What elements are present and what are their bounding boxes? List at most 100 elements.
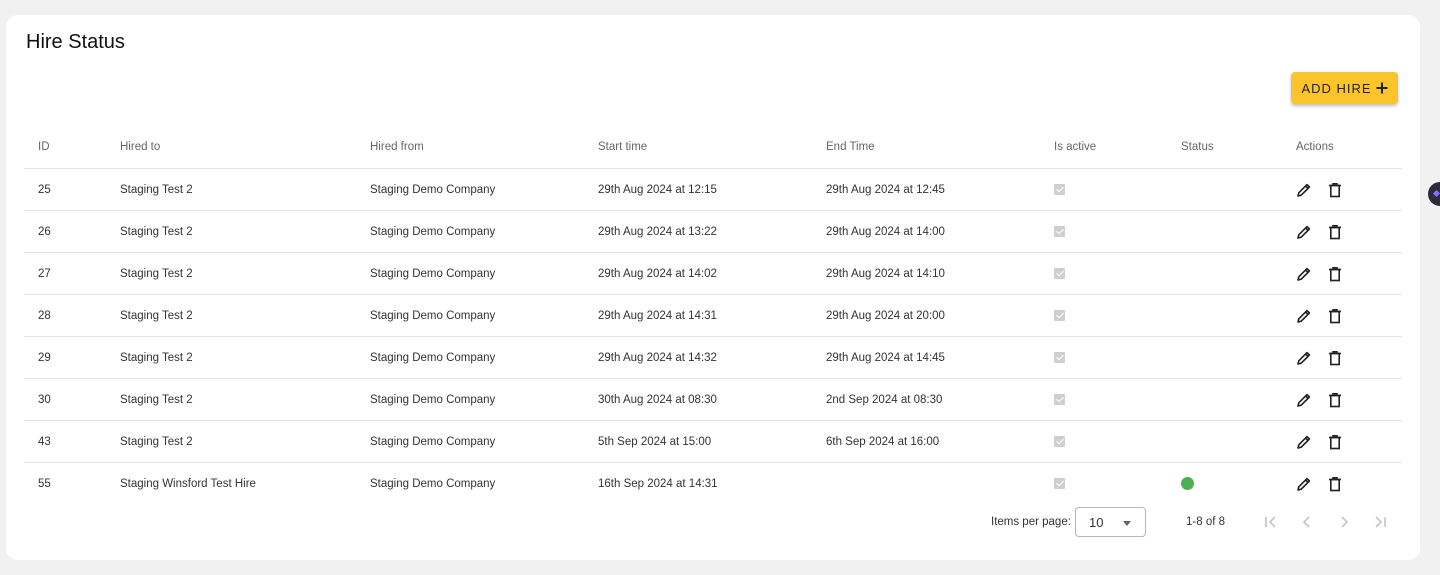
previous-page-icon[interactable] bbox=[1299, 514, 1315, 530]
edit-icon[interactable] bbox=[1296, 434, 1312, 450]
delete-icon[interactable] bbox=[1328, 308, 1342, 324]
cell-start-time: 29th Aug 2024 at 14:31 bbox=[584, 294, 812, 337]
cell-end-time: 29th Aug 2024 at 14:00 bbox=[812, 210, 1040, 253]
items-per-page-select[interactable]: 10 bbox=[1075, 507, 1146, 537]
edit-icon[interactable] bbox=[1296, 266, 1312, 282]
is-active-checkbox bbox=[1054, 393, 1065, 405]
column-header-end-time[interactable]: End Time bbox=[812, 125, 1040, 169]
cell-actions bbox=[1282, 336, 1402, 379]
plus-icon bbox=[1376, 82, 1388, 94]
cell-hired-to: Staging Winsford Test Hire bbox=[120, 477, 256, 490]
table-row: 28 Staging Test 2 Staging Demo Company 29th… bbox=[24, 294, 1402, 337]
cell-hired-to: Staging Test 2 bbox=[106, 294, 356, 337]
add-hire-button[interactable]: ADD HIRE bbox=[1291, 72, 1398, 104]
cell-end-time: 29th Aug 2024 at 20:00 bbox=[812, 294, 1040, 337]
cell-actions bbox=[1282, 463, 1402, 505]
cell-is-active bbox=[1040, 252, 1167, 295]
edit-icon[interactable] bbox=[1296, 308, 1312, 324]
column-header-hired-to[interactable]: Hired to bbox=[106, 125, 356, 169]
cell-is-active bbox=[1040, 463, 1167, 505]
cell-start-time: 29th Aug 2024 at 12:15 bbox=[584, 168, 812, 211]
delete-icon[interactable] bbox=[1328, 224, 1342, 240]
cell-end-time: 29th Aug 2024 at 12:45 bbox=[812, 168, 1040, 211]
cell-hired-to: Staging Test 2 bbox=[106, 336, 356, 379]
last-page-icon[interactable] bbox=[1372, 514, 1388, 530]
table-row: 27 Staging Test 2 Staging Demo Company 29th… bbox=[24, 252, 1402, 295]
is-active-checkbox bbox=[1054, 351, 1065, 363]
is-active-checkbox bbox=[1054, 477, 1065, 489]
side-widget-tab[interactable] bbox=[1428, 182, 1440, 206]
cell-start-time: 30th Aug 2024 at 08:30 bbox=[584, 378, 812, 421]
edit-icon[interactable] bbox=[1296, 476, 1312, 492]
cell-is-active bbox=[1040, 420, 1167, 463]
table-row: 29 Staging Test 2 Staging Demo Company 29th… bbox=[24, 336, 1402, 379]
cell-hired-from: Staging Demo Company bbox=[356, 336, 584, 379]
cell-status bbox=[1167, 210, 1282, 253]
delete-icon[interactable] bbox=[1328, 392, 1342, 408]
cell-id: 29 bbox=[24, 336, 106, 379]
cell-is-active bbox=[1040, 210, 1167, 253]
delete-icon[interactable] bbox=[1328, 350, 1342, 366]
cell-hired-from: Staging Demo Company bbox=[356, 294, 584, 337]
paginator: Items per page: 10 1-8 of 8 bbox=[6, 507, 1420, 539]
cell-actions bbox=[1282, 420, 1402, 463]
cell-hired-from: Staging Demo Company bbox=[356, 378, 584, 421]
column-header-status[interactable]: Status bbox=[1167, 125, 1282, 169]
cell-hired-to: Staging Test 2 bbox=[106, 420, 356, 463]
cell-status bbox=[1167, 336, 1282, 379]
table-header-row: ID Hired to Hired from Start time End Ti… bbox=[24, 125, 1402, 169]
delete-icon[interactable] bbox=[1328, 476, 1342, 492]
edit-icon[interactable] bbox=[1296, 224, 1312, 240]
cell-status bbox=[1167, 294, 1282, 337]
cell-hired-from: Staging Demo Company bbox=[356, 420, 584, 463]
cell-actions bbox=[1282, 168, 1402, 211]
cell-id: 55 bbox=[38, 477, 51, 490]
cell-hired-from: Staging Demo Company bbox=[356, 252, 584, 295]
cell-status bbox=[1167, 420, 1282, 463]
table-row: 25 Staging Test 2 Staging Demo Company 29th… bbox=[24, 168, 1402, 211]
cell-id: 43 bbox=[24, 420, 106, 463]
cell-start-time: 29th Aug 2024 at 13:22 bbox=[584, 210, 812, 253]
column-header-id[interactable]: ID bbox=[24, 125, 106, 169]
delete-icon[interactable] bbox=[1328, 182, 1342, 198]
cell-hired-to: Staging Test 2 bbox=[106, 378, 356, 421]
cell-hired-to: Staging Test 2 bbox=[106, 252, 356, 295]
cell-status bbox=[1167, 168, 1282, 211]
cell-hired-to: Staging Test 2 bbox=[106, 210, 356, 253]
page-title: Hire Status bbox=[26, 31, 125, 53]
cell-is-active bbox=[1040, 336, 1167, 379]
column-header-hired-from[interactable]: Hired from bbox=[356, 125, 584, 169]
table-row: 26 Staging Test 2 Staging Demo Company 29th… bbox=[24, 210, 1402, 253]
cell-end-time: 29th Aug 2024 at 14:10 bbox=[812, 252, 1040, 295]
edit-icon[interactable] bbox=[1296, 182, 1312, 198]
cell-id: 26 bbox=[24, 210, 106, 253]
cell-start-time: 16th Sep 2024 at 14:31 bbox=[598, 477, 718, 490]
edit-icon[interactable] bbox=[1296, 392, 1312, 408]
cell-status bbox=[1167, 378, 1282, 421]
cell-start-time: 29th Aug 2024 at 14:32 bbox=[584, 336, 812, 379]
first-page-icon[interactable] bbox=[1263, 514, 1279, 530]
edit-icon[interactable] bbox=[1296, 350, 1312, 366]
cell-actions bbox=[1282, 294, 1402, 337]
is-active-checkbox bbox=[1054, 225, 1065, 237]
is-active-checkbox bbox=[1054, 435, 1065, 447]
cell-start-time: 29th Aug 2024 at 14:02 bbox=[584, 252, 812, 295]
cell-actions bbox=[1282, 378, 1402, 421]
page-range-label: 1-8 of 8 bbox=[1186, 516, 1225, 528]
cell-hired-from: Staging Demo Company bbox=[356, 168, 584, 211]
column-header-start-time[interactable]: Start time bbox=[584, 125, 812, 169]
table-row: 55 Staging Winsford Test Hire Staging Demo… bbox=[24, 463, 1402, 505]
cell-end-time: 6th Sep 2024 at 16:00 bbox=[812, 420, 1040, 463]
column-header-is-active[interactable]: Is active bbox=[1040, 125, 1167, 169]
table-row: 30 Staging Test 2 Staging Demo Company 30th… bbox=[24, 378, 1402, 421]
cell-hired-from: Staging Demo Company bbox=[356, 210, 584, 253]
delete-icon[interactable] bbox=[1328, 266, 1342, 282]
delete-icon[interactable] bbox=[1328, 434, 1342, 450]
column-header-actions: Actions bbox=[1282, 125, 1402, 169]
cell-hired-to: Staging Test 2 bbox=[106, 168, 356, 211]
next-page-icon[interactable] bbox=[1336, 514, 1352, 530]
cell-status bbox=[1167, 463, 1282, 505]
table-row: 43 Staging Test 2 Staging Demo Company 5th … bbox=[24, 420, 1402, 463]
cell-is-active bbox=[1040, 294, 1167, 337]
cell-hired-from: Staging Demo Company bbox=[370, 477, 496, 490]
